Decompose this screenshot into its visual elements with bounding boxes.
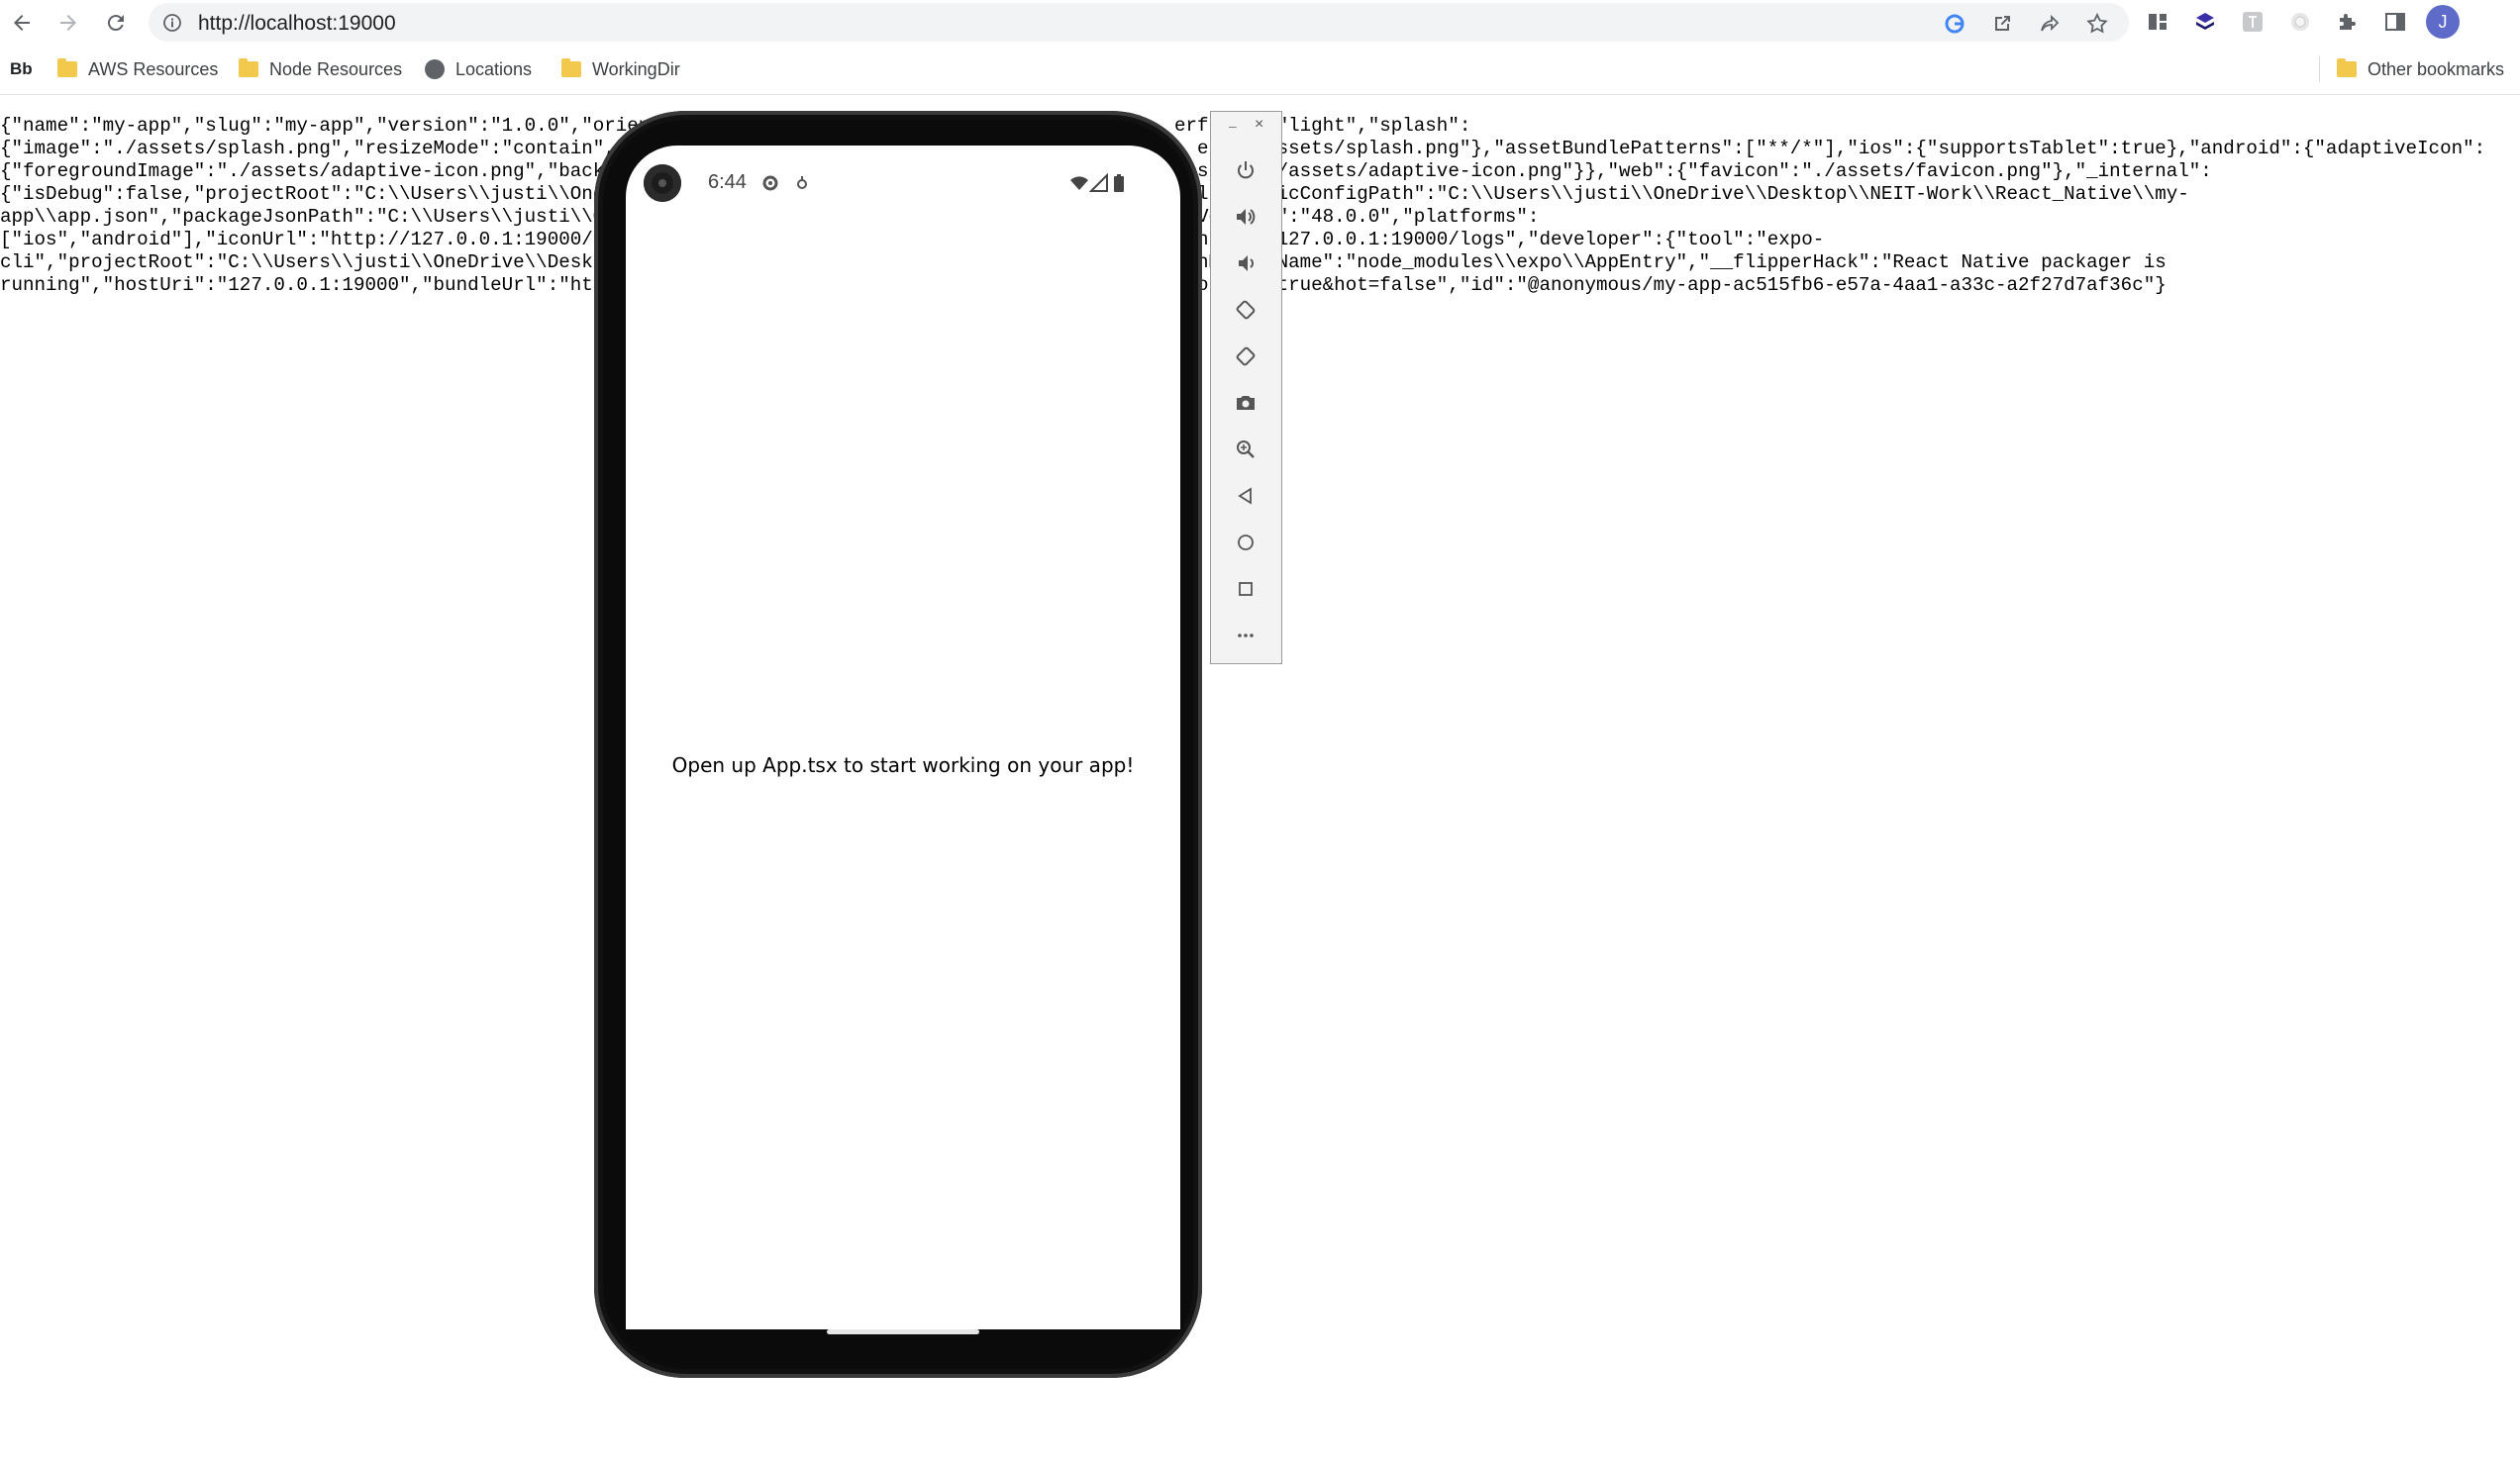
home-nav-button[interactable] bbox=[1231, 528, 1260, 557]
wifi-icon bbox=[1070, 176, 1088, 190]
other-bookmarks-label: Other bookmarks bbox=[2368, 58, 2505, 79]
home-icon bbox=[1238, 535, 1254, 550]
bookmarks-divider bbox=[2319, 56, 2320, 82]
status-time: 6:44 bbox=[708, 171, 747, 193]
bookmark-workingdir[interactable]: WorkingDir bbox=[561, 56, 680, 82]
folder-icon bbox=[561, 58, 581, 77]
back-icon bbox=[1238, 487, 1252, 505]
volume-down-icon bbox=[1239, 255, 1254, 271]
bookmark-locations[interactable]: Locations bbox=[425, 56, 532, 82]
back-button[interactable] bbox=[4, 5, 40, 41]
rotate-left-icon bbox=[1236, 300, 1256, 320]
debug-icon bbox=[797, 176, 807, 189]
volume-up-button[interactable] bbox=[1231, 202, 1260, 232]
info-icon[interactable] bbox=[162, 13, 182, 33]
bookmark-label: WorkingDir bbox=[592, 58, 680, 79]
overview-icon bbox=[1239, 582, 1253, 596]
bb-icon: Bb bbox=[10, 59, 33, 78]
more-button[interactable] bbox=[1231, 621, 1260, 650]
color-picker-icon[interactable] bbox=[2287, 9, 2313, 35]
folder-icon bbox=[2337, 58, 2357, 77]
arrow-right-icon bbox=[60, 15, 76, 31]
open-in-app-icon[interactable] bbox=[1990, 12, 2014, 36]
google-icon[interactable] bbox=[1943, 12, 1966, 36]
home-gesture-bar[interactable] bbox=[827, 1329, 979, 1334]
profile-avatar[interactable]: J bbox=[2426, 5, 2460, 39]
star-icon[interactable] bbox=[2085, 12, 2109, 36]
bookmark-label: Locations bbox=[455, 58, 533, 79]
emulator-toolbar-header: – × bbox=[1211, 112, 1281, 142]
settings-icon bbox=[762, 175, 778, 191]
rotate-right-icon bbox=[1236, 346, 1256, 366]
screenshot-button[interactable] bbox=[1231, 388, 1260, 418]
globe-icon bbox=[425, 59, 445, 79]
volume-down-button[interactable] bbox=[1231, 248, 1260, 278]
arrow-left-icon bbox=[14, 15, 30, 31]
other-bookmarks[interactable]: Other bookmarks bbox=[2337, 56, 2504, 82]
extension-icon[interactable] bbox=[2145, 9, 2170, 35]
zoom-icon bbox=[1237, 440, 1255, 458]
forward-button[interactable] bbox=[50, 5, 86, 41]
bookmark-node-resources[interactable]: Node Resources bbox=[239, 56, 402, 82]
stack-icon[interactable] bbox=[2192, 9, 2218, 35]
rotate-right-button[interactable] bbox=[1231, 342, 1260, 371]
folder-icon bbox=[239, 58, 258, 77]
phone-screen[interactable]: 6:44 Open up App.tsx to start working on… bbox=[626, 146, 1180, 1329]
bookmark-aws-resources[interactable]: AWS Resources bbox=[57, 56, 218, 82]
back-nav-button[interactable] bbox=[1231, 481, 1260, 511]
translate-icon[interactable] bbox=[2240, 9, 2266, 35]
volume-up-icon bbox=[1237, 209, 1256, 225]
app-message: Open up App.tsx to start working on your… bbox=[671, 753, 1135, 777]
bookmarks-bar: Bb AWS Resources Node Resources Location… bbox=[0, 45, 2520, 95]
share-icon[interactable] bbox=[2038, 12, 2062, 36]
more-icon bbox=[1238, 634, 1254, 637]
address-bar[interactable]: http://localhost:19000 bbox=[149, 3, 2129, 42]
folder-icon bbox=[57, 58, 77, 77]
bookmark-label: AWS Resources bbox=[88, 58, 219, 79]
overview-nav-button[interactable] bbox=[1231, 574, 1260, 604]
puzzle-icon[interactable] bbox=[2335, 9, 2361, 35]
emulator-toolbar: – × bbox=[1210, 111, 1282, 664]
power-icon bbox=[1238, 161, 1254, 179]
reload-icon bbox=[107, 15, 124, 32]
emulator-close-button[interactable]: × bbox=[1255, 116, 1263, 134]
battery-icon bbox=[1114, 174, 1124, 192]
bookmark-label: Node Resources bbox=[269, 58, 403, 79]
camera-icon bbox=[1237, 396, 1255, 410]
emulator-minimize-button[interactable]: – bbox=[1229, 118, 1237, 134]
android-emulator-phone: 6:44 Open up App.tsx to start working on… bbox=[594, 111, 1202, 1378]
zoom-button[interactable] bbox=[1231, 435, 1260, 464]
browser-toolbar: http://localhost:19000 J bbox=[0, 0, 2520, 45]
front-camera-icon bbox=[644, 164, 681, 202]
side-panel-icon[interactable] bbox=[2382, 9, 2408, 35]
signal-icon bbox=[1089, 173, 1108, 192]
rotate-left-button[interactable] bbox=[1231, 295, 1260, 325]
bookmark-bb[interactable]: Bb bbox=[10, 56, 33, 82]
power-button[interactable] bbox=[1231, 155, 1260, 185]
reload-button[interactable] bbox=[98, 5, 134, 41]
url-text[interactable]: http://localhost:19000 bbox=[198, 12, 396, 36]
